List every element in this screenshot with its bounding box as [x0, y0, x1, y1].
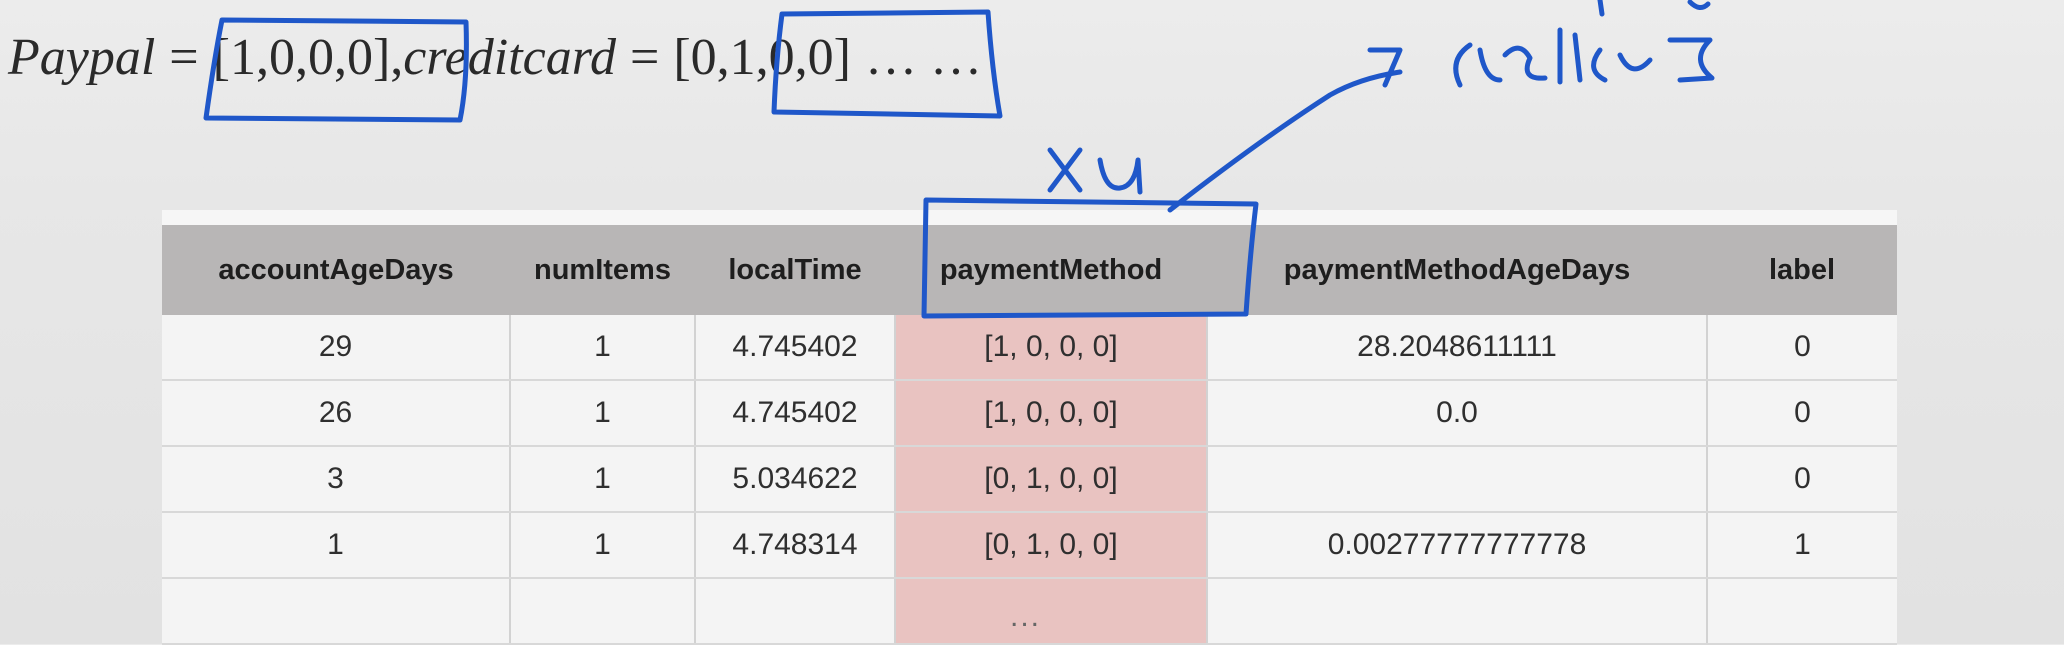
col-header-paymentmethod: paymentMethod [895, 225, 1207, 315]
cell: 1 [1707, 512, 1897, 579]
ink-note-top-marks [1597, 0, 1711, 17]
col-header-paymentmethodagedays: paymentMethodAgeDays [1207, 225, 1707, 315]
cell: 28.2048611111 [1207, 315, 1708, 381]
equals-sign: = [169, 29, 199, 86]
cell: 0.0 [1207, 380, 1708, 447]
formula-line: Paypal = [1,0,0,0],creditcard = [0,1,0,0]… … [8, 18, 982, 98]
vector-paypal: [1,0,0,0] [212, 29, 391, 86]
ellipsis-dots: … … [864, 29, 982, 86]
cell: 5.034622 [695, 446, 896, 513]
cell: 0 [1707, 315, 1897, 381]
table-header-row: accountAgeDays numItems localTime paymen… [162, 225, 1897, 315]
cell-highlighted: [1, 0, 0, 0] [895, 380, 1208, 447]
var-paypal: Paypal [8, 29, 156, 86]
vector-creditcard: [0,1,0,0] [673, 29, 851, 86]
comma: , [390, 29, 404, 86]
ink-note-seven [1367, 47, 1403, 88]
cell: 1 [510, 512, 696, 579]
col-header-localtime: localTime [695, 225, 895, 315]
cell: 0.00277777777778 [1207, 512, 1708, 579]
cell: 1 [510, 446, 696, 513]
ink-label-xu [1047, 147, 1143, 195]
ink-connector-line [1167, 69, 1403, 213]
col-header-numitems: numItems [510, 225, 695, 315]
cell: 1 [510, 380, 696, 447]
table-row: 26 1 4.745402 [1, 0, 0, 0] 0.0 0 [162, 380, 1897, 447]
data-table: accountAgeDays numItems localTime paymen… [162, 225, 1897, 645]
cell: 26 [162, 380, 511, 447]
ink-note-creditcard [1453, 27, 1715, 88]
var-creditcard: creditcard [403, 29, 617, 86]
cell: 0 [1707, 446, 1897, 513]
cell: 1 [510, 315, 696, 381]
col-header-accountagedays: accountAgeDays [162, 225, 510, 315]
cell [1207, 446, 1708, 513]
cell: 1 [162, 512, 511, 579]
col-header-label: label [1707, 225, 1897, 315]
cell: 0 [1707, 380, 1897, 447]
more-rows-indicator: ... [1010, 600, 1042, 633]
cell: 3 [162, 446, 511, 513]
table-row: 3 1 5.034622 [0, 1, 0, 0] 0 [162, 446, 1897, 513]
cell-highlighted: [1, 0, 0, 0] [895, 315, 1208, 381]
cell: 4.745402 [695, 315, 896, 381]
cell-highlighted: [0, 1, 0, 0] [895, 512, 1208, 579]
cell: 29 [162, 315, 511, 381]
cell-highlighted: [0, 1, 0, 0] [895, 446, 1208, 513]
cell: 4.745402 [695, 380, 896, 447]
equals-sign-2: = [630, 29, 660, 86]
cell: 4.748314 [695, 512, 896, 579]
table-row: 29 1 4.745402 [1, 0, 0, 0] 28.2048611111… [162, 315, 1897, 381]
table-row: 1 1 4.748314 [0, 1, 0, 0] 0.002777777777… [162, 512, 1897, 579]
